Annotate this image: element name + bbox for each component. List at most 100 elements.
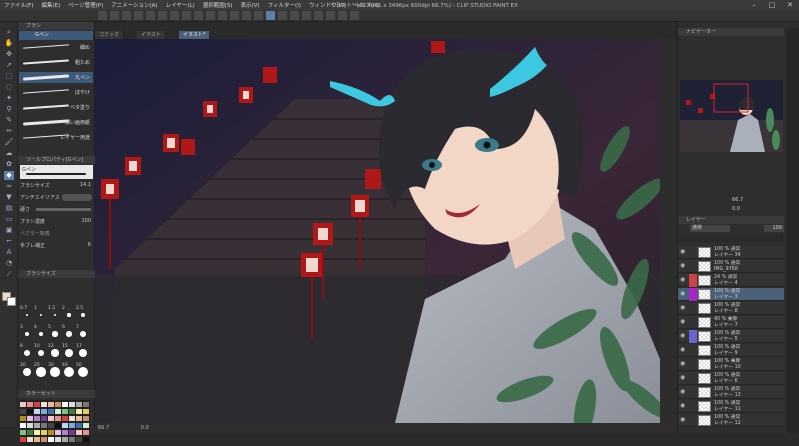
layer-row[interactable]: ◉ 100 % 通常 レイヤー 9 — [678, 344, 784, 357]
hand-tool-icon[interactable]: ✋ — [4, 39, 14, 48]
eye-icon[interactable]: ◉ — [680, 333, 687, 339]
ruler-tool-icon[interactable]: ⌐ — [4, 237, 14, 246]
airbrush-tool-icon[interactable]: ☁ — [4, 149, 14, 158]
color-swatch[interactable] — [34, 416, 40, 421]
brush-size-preset[interactable] — [65, 349, 73, 357]
canvas[interactable] — [95, 39, 660, 423]
menu-item-1[interactable]: 編集(E) — [37, 1, 64, 9]
color-swatch[interactable] — [20, 437, 26, 442]
color-swatch[interactable] — [27, 423, 33, 428]
density-value[interactable]: 100 — [81, 218, 91, 224]
correct-line-tool-icon[interactable]: ⟋ — [4, 270, 14, 279]
minimize-icon[interactable]: – — [745, 0, 763, 10]
brush-item[interactable]: 粗ため — [19, 57, 93, 68]
layer-row[interactable]: ◉ 100 % 乗算 レイヤー 10 — [678, 358, 784, 371]
color-swatch[interactable] — [62, 416, 68, 421]
vector-row[interactable]: ベクター吸着 — [20, 230, 93, 238]
lasso-tool-icon[interactable]: ◌ — [4, 83, 14, 92]
brush-item[interactable]: レイヤー用途 — [19, 132, 93, 143]
color-swatch[interactable] — [69, 423, 75, 428]
layer-row[interactable]: ◉ 100 % 通常 IMG_9768 — [678, 260, 784, 273]
layer-row[interactable]: ◉ 40 % 乗算 レイヤー 7 — [678, 316, 784, 329]
move-tool-icon[interactable]: ✥ — [4, 50, 14, 59]
stabilizer-row[interactable]: 手ブレ補正 6 — [20, 242, 93, 250]
hardness-row[interactable]: 硬さ — [20, 206, 93, 214]
layer-row[interactable]: ◉ 24 % 通常 レイヤー 4 — [678, 274, 784, 287]
layer-row[interactable]: ◉ 100 % 通常 レイヤー 3 — [678, 288, 784, 301]
brush-size-preset[interactable] — [64, 367, 74, 377]
color-swatch[interactable] — [62, 423, 68, 428]
menu-item-4[interactable]: レイヤー(L) — [162, 1, 199, 9]
color-swatch[interactable] — [41, 409, 47, 414]
color-swatch[interactable] — [55, 437, 61, 442]
color-swatch[interactable] — [83, 416, 89, 421]
pen-tool-icon[interactable]: ✎ — [4, 116, 14, 125]
color-swatch[interactable] — [69, 409, 75, 414]
color-swatch[interactable] — [48, 402, 54, 407]
figure-tool-icon[interactable]: ▭ — [4, 215, 14, 224]
toolbar-button-16[interactable] — [290, 11, 299, 20]
color-swatch[interactable] — [34, 402, 40, 407]
toolbar-button-7[interactable] — [182, 11, 191, 20]
color-swatch[interactable] — [69, 437, 75, 442]
balloon-tool-icon[interactable]: ◔ — [4, 259, 14, 268]
brush-size-preset[interactable] — [66, 331, 72, 337]
toolbar-button-20[interactable] — [338, 11, 347, 20]
brush-item[interactable]: 丸ペン — [19, 72, 93, 83]
toolbar-button-6[interactable] — [170, 11, 179, 20]
menu-item-6[interactable]: 表示(V) — [237, 1, 264, 9]
eraser-tool-icon[interactable]: ◆ — [4, 171, 14, 180]
close-icon[interactable]: ✕ — [781, 0, 799, 10]
opacity-field[interactable]: 100 — [764, 225, 784, 232]
color-swatch[interactable] — [55, 402, 61, 407]
color-swatch[interactable] — [41, 402, 47, 407]
decoration-tool-icon[interactable]: ✿ — [4, 160, 14, 169]
menu-item-3[interactable]: アニメーション(A) — [107, 1, 161, 9]
layer-row[interactable]: ◉ 100 % 通常 レイヤー 8 — [678, 302, 784, 315]
eye-icon[interactable]: ◉ — [680, 319, 687, 325]
blend-tool-icon[interactable]: ≈ — [4, 182, 14, 191]
sub-color-swatch[interactable] — [7, 297, 16, 306]
layer-row[interactable]: ◉ 100 % 通常 レイヤー 12 — [678, 414, 784, 427]
eyedropper-tool-icon[interactable]: ⚲ — [4, 105, 14, 114]
eye-icon[interactable]: ◉ — [680, 249, 687, 255]
eye-icon[interactable]: ◉ — [680, 389, 687, 395]
brush-size-preset[interactable] — [50, 367, 60, 377]
zoom-tool-icon[interactable]: ⌕ — [4, 28, 14, 37]
color-swatch[interactable] — [27, 437, 33, 442]
toolbar-button-2[interactable] — [122, 11, 131, 20]
eye-icon[interactable]: ◉ — [680, 403, 687, 409]
tab-canvas-0[interactable]: コミック — [95, 31, 125, 39]
pencil-tool-icon[interactable]: ✏ — [4, 127, 14, 136]
brush-size-preset[interactable] — [78, 348, 88, 358]
brush-size-preset[interactable] — [79, 330, 87, 338]
brush-item[interactable]: ベタ塗り — [19, 102, 93, 113]
color-swatch[interactable] — [20, 402, 26, 407]
layer-row[interactable]: ◉ 100 % 通常 レイヤー 11 — [678, 400, 784, 413]
brush-tool-icon[interactable]: 🖌 — [4, 138, 14, 147]
status-zoom[interactable]: 66.7 — [98, 425, 109, 431]
color-swatch[interactable] — [27, 416, 33, 421]
color-swatch[interactable] — [20, 423, 26, 428]
color-swatch[interactable] — [62, 402, 68, 407]
color-swatch[interactable] — [48, 437, 54, 442]
brush-size-preset[interactable] — [78, 367, 88, 377]
color-swatch[interactable] — [83, 437, 89, 442]
layer-row[interactable]: ◉ 100 % 通常 レイヤー 5 — [678, 330, 784, 343]
color-swatch[interactable] — [34, 423, 40, 428]
brush-size-value[interactable]: 14.1 — [80, 182, 91, 188]
brush-size-preset[interactable] — [53, 313, 57, 317]
layer-row[interactable]: ◉ 100 % 通常 レイヤー 13 — [678, 386, 784, 399]
color-swatch[interactable] — [48, 416, 54, 421]
color-swatch[interactable] — [34, 437, 40, 442]
canvas-scrollbar[interactable] — [660, 39, 677, 423]
color-swatch[interactable] — [27, 409, 33, 414]
operation-tool-icon[interactable]: ➚ — [4, 61, 14, 70]
toolbar-button-17[interactable] — [302, 11, 311, 20]
eye-icon[interactable]: ◉ — [680, 417, 687, 423]
brush-size-preset[interactable] — [38, 331, 44, 337]
brush-size-preset[interactable] — [22, 367, 32, 377]
brush-size-preset[interactable] — [24, 331, 30, 337]
navigator-zoom-value[interactable]: 66.7 — [732, 197, 743, 203]
wand-tool-icon[interactable]: ✦ — [4, 94, 14, 103]
